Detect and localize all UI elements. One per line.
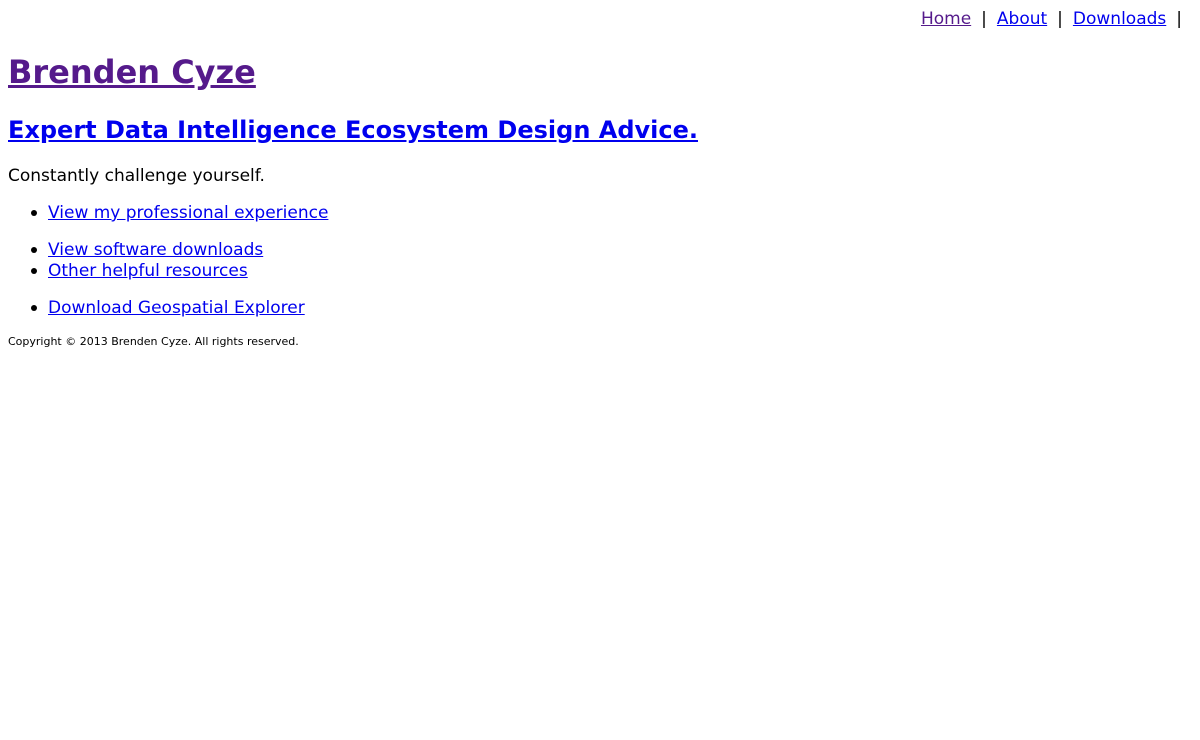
- site-title: Brenden Cyze: [8, 51, 256, 93]
- nav-about-link[interactable]: About: [997, 9, 1047, 29]
- site-title-link[interactable]: Brenden Cyze: [8, 53, 256, 91]
- software-downloads-link[interactable]: View software downloads: [48, 240, 263, 260]
- geospatial-explorer-link[interactable]: Download Geospatial Explorer: [48, 298, 305, 318]
- page: Home | About | Downloads | Brenden Cyze Exper…: [0, 0, 1200, 740]
- tagline: Expert Data Intelligence Ecosystem Desig…: [8, 114, 698, 146]
- copyright-text: Copyright © 2013 Brenden Cyze. All right…: [8, 335, 299, 348]
- bullet-icon: [31, 210, 37, 216]
- helpful-resources-link[interactable]: Other helpful resources: [48, 261, 248, 281]
- nav-home-link[interactable]: Home: [921, 9, 971, 29]
- tagline-link[interactable]: Expert Data Intelligence Ecosystem Desig…: [8, 116, 698, 144]
- nav-separator: |: [1176, 9, 1182, 29]
- nav-separator: |: [1057, 9, 1063, 29]
- professional-experience-link[interactable]: View my professional experience: [48, 203, 328, 223]
- motto-text: Constantly challenge yourself.: [8, 166, 265, 186]
- bullet-icon: [31, 247, 37, 253]
- nav-downloads-link[interactable]: Downloads: [1073, 9, 1166, 29]
- list-item: Download Geospatial Explorer: [8, 297, 305, 319]
- bullet-icon: [31, 305, 37, 311]
- bullet-icon: [31, 268, 37, 274]
- list-item: Other helpful resources: [8, 260, 248, 282]
- list-item: View software downloads: [8, 239, 263, 261]
- nav-separator: |: [981, 9, 987, 29]
- top-nav: Home | About | Downloads |: [921, 8, 1182, 30]
- list-item: View my professional experience: [8, 202, 328, 224]
